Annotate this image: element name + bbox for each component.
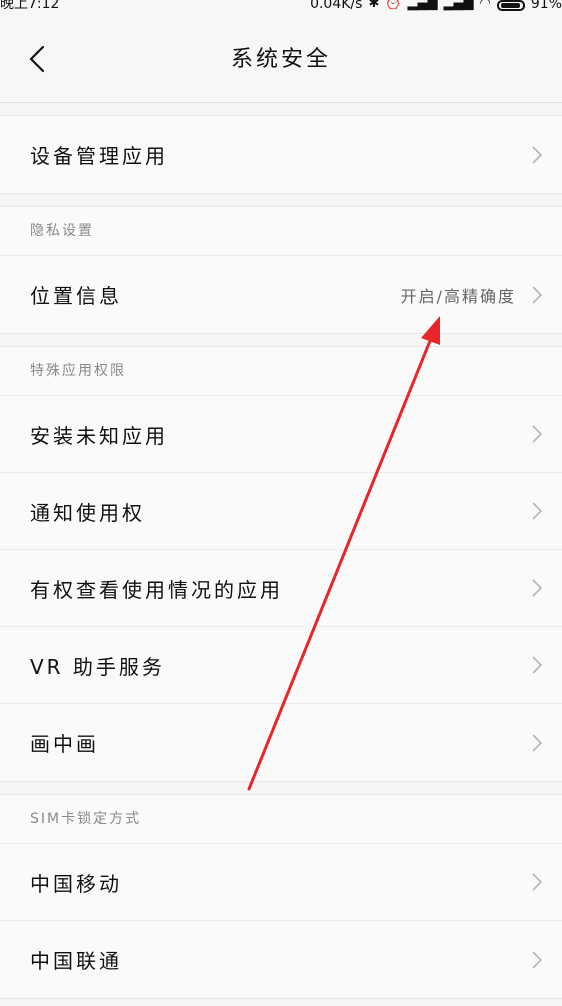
section-gap bbox=[0, 334, 562, 346]
row-label: 通知使用权 bbox=[30, 500, 145, 525]
row-label: 位置信息 bbox=[30, 284, 122, 308]
device-admin-apps-item[interactable]: 设备管理应用 bbox=[0, 116, 562, 193]
row-label: 设备管理应用 bbox=[30, 144, 168, 168]
section-header-privacy: 隐私设置 bbox=[0, 207, 562, 256]
bluetooth-icon: ✱ bbox=[368, 0, 380, 11]
section-gap bbox=[0, 782, 562, 794]
special-permissions-group: 特殊应用权限 安装未知应用 通知使用权 有权查看使用情况的应用 VR 助手服务 … bbox=[0, 346, 562, 782]
vr-helper-item[interactable]: VR 助手服务 bbox=[0, 627, 562, 704]
section-gap bbox=[0, 103, 562, 115]
network-speed: 0.04K/s bbox=[310, 0, 363, 12]
picture-in-picture-item[interactable]: 画中画 bbox=[0, 704, 562, 781]
chevron-right-icon bbox=[530, 284, 544, 306]
wifi-icon: ◠ bbox=[479, 0, 491, 11]
chevron-right-icon bbox=[530, 423, 544, 445]
row-label: 画中画 bbox=[30, 732, 99, 756]
usage-access-item[interactable]: 有权查看使用情况的应用 bbox=[0, 550, 562, 627]
status-icons: 0.04K/s ✱ ⏰ ▂▄▆ ▂▄▆ ◠ 91% bbox=[310, 0, 562, 11]
status-bar: 晚上7:12 0.04K/s ✱ ⏰ ▂▄▆ ▂▄▆ ◠ 91% bbox=[0, 0, 562, 14]
header: 系统安全 bbox=[0, 14, 562, 103]
status-time: 晚上7:12 bbox=[0, 0, 60, 12]
chevron-right-icon bbox=[530, 871, 544, 893]
alarm-icon: ⏰ bbox=[385, 0, 402, 11]
battery-percent: 91% bbox=[530, 0, 562, 12]
device-group: 设备管理应用 bbox=[0, 115, 562, 194]
signal-icon: ▂▄▆ bbox=[407, 0, 438, 11]
chevron-right-icon bbox=[530, 144, 544, 166]
row-label: 安装未知应用 bbox=[30, 423, 168, 448]
chevron-right-icon bbox=[530, 577, 544, 599]
notification-access-item[interactable]: 通知使用权 bbox=[0, 473, 562, 550]
sim-china-mobile-item[interactable]: 中国移动 bbox=[0, 844, 562, 921]
sim-lock-group: SIM卡锁定方式 中国移动 中国联通 bbox=[0, 794, 562, 999]
location-item[interactable]: 位置信息 开启/高精确度 bbox=[0, 256, 562, 333]
sim-china-unicom-item[interactable]: 中国联通 bbox=[0, 921, 562, 998]
page-title: 系统安全 bbox=[230, 47, 331, 72]
location-value: 开启/高精确度 bbox=[400, 286, 516, 306]
section-gap bbox=[0, 194, 562, 206]
signal-icon: ▂▄▆ bbox=[443, 0, 474, 11]
battery-icon bbox=[496, 0, 525, 11]
row-label: 有权查看使用情况的应用 bbox=[30, 577, 283, 602]
chevron-right-icon bbox=[530, 654, 544, 676]
row-label: VR 助手服务 bbox=[30, 654, 165, 679]
chevron-right-icon bbox=[530, 500, 544, 522]
section-header-sim: SIM卡锁定方式 bbox=[0, 795, 562, 844]
install-unknown-apps-item[interactable]: 安装未知应用 bbox=[0, 396, 562, 473]
row-label: 中国移动 bbox=[30, 871, 122, 896]
chevron-right-icon bbox=[530, 732, 544, 754]
row-label: 中国联通 bbox=[30, 949, 122, 973]
section-header-special: 特殊应用权限 bbox=[0, 347, 562, 396]
privacy-group: 隐私设置 位置信息 开启/高精确度 bbox=[0, 206, 562, 334]
chevron-right-icon bbox=[530, 949, 544, 971]
